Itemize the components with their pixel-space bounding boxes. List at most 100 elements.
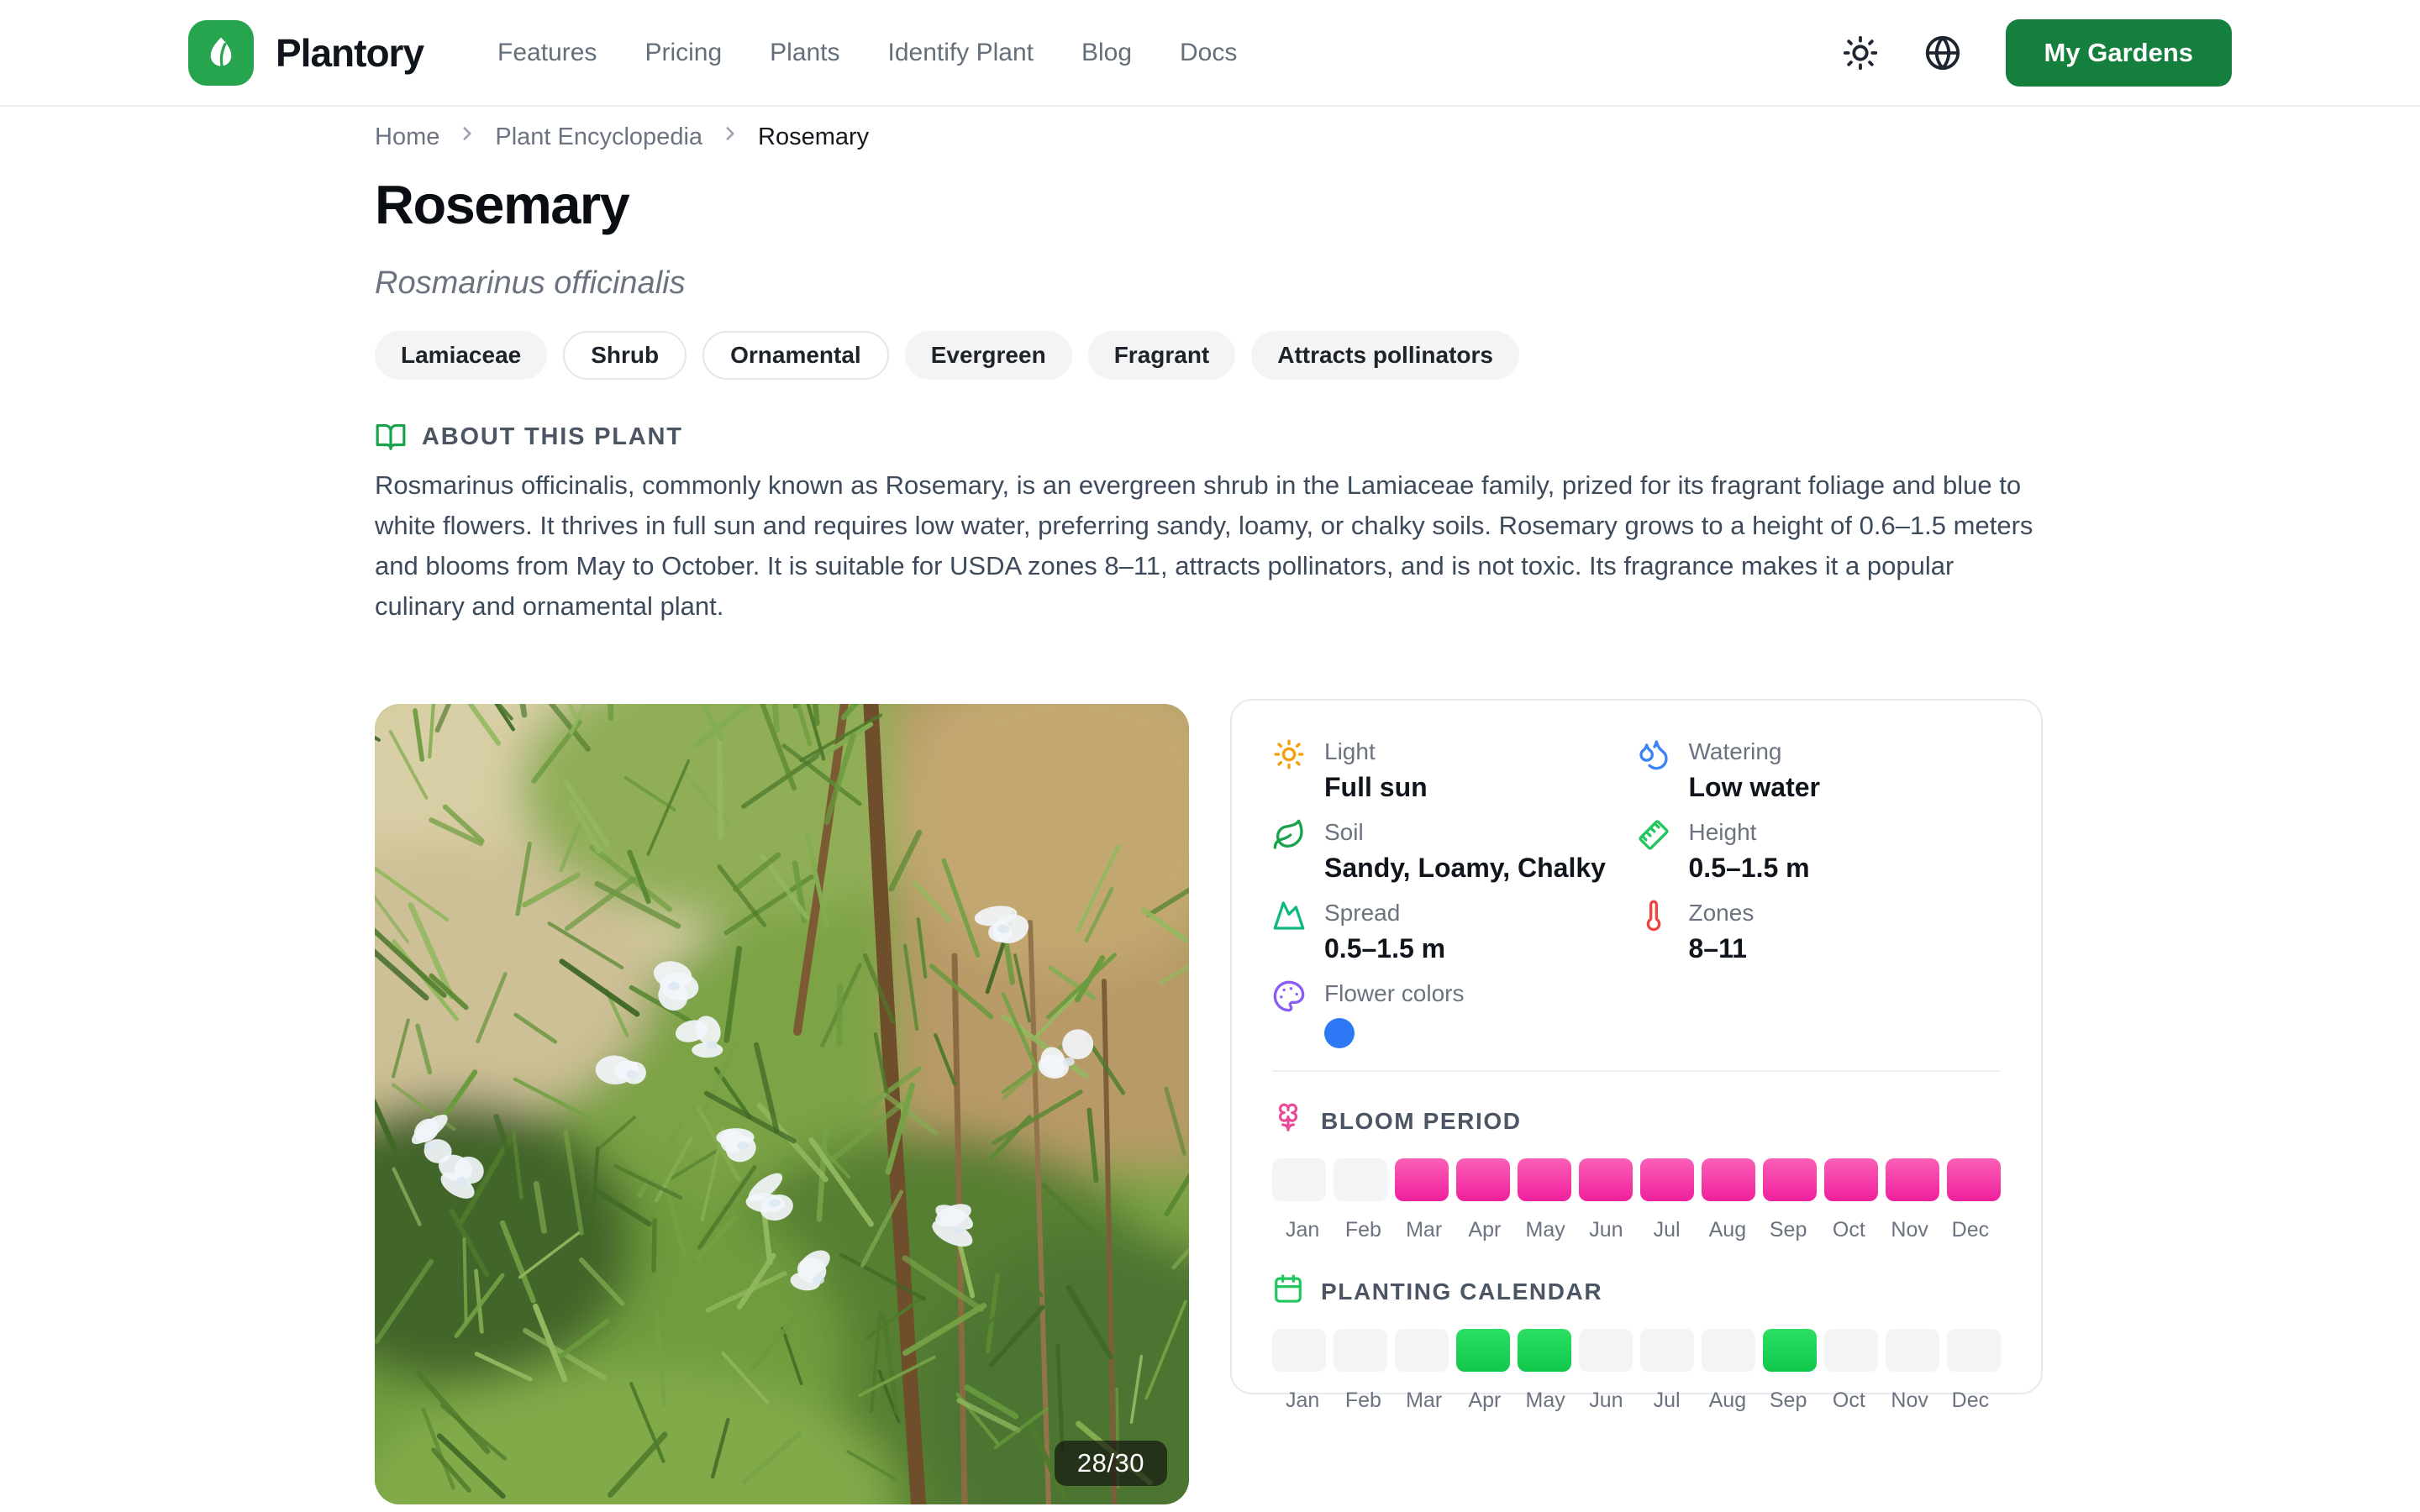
theme-sun-icon[interactable] [1841, 34, 1880, 72]
month-cell-feb-inactive [1334, 1158, 1387, 1201]
month-label-mar: Mar [1394, 1389, 1455, 1413]
tag-list: LamiaceaeShrubOrnamentalEvergreenFragran… [375, 331, 1519, 380]
sun-icon [1272, 738, 1306, 771]
month-label-jan: Jan [1272, 1218, 1333, 1242]
about-section-header: ABOUT THIS PLANT [375, 421, 683, 453]
tag-shrub: Shrub [563, 331, 687, 380]
thermometer-icon [1637, 899, 1670, 932]
rosemary-photo-illustration [375, 704, 1189, 1504]
nav-item-plants[interactable]: Plants [770, 39, 839, 67]
month-cell-dec-active [1947, 1158, 2001, 1201]
month-label-feb: Feb [1333, 1218, 1393, 1242]
book-open-icon [375, 421, 407, 453]
month-cell-mar-inactive [1395, 1329, 1449, 1372]
month-cell-jan-inactive [1272, 1158, 1326, 1201]
fact-value: Sandy, Loamy, Chalky [1324, 853, 1606, 884]
fact-text: Height 0.5–1.5 m [1689, 818, 1810, 884]
month-label-sep: Sep [1758, 1389, 1818, 1413]
month-cell-mar-active [1395, 1158, 1449, 1201]
fact-label: Zones [1689, 899, 1754, 927]
nav-item-pricing[interactable]: Pricing [644, 39, 722, 67]
planting-calendar-title: PLANTING CALENDAR [1321, 1278, 1602, 1305]
tag-lamiaceae: Lamiaceae [375, 331, 547, 380]
facts-grid: LightFull sun Watering Low water Soil Sandy,… [1272, 738, 2001, 1048]
month-cell-sep-active [1763, 1158, 1817, 1201]
month-label-sep: Sep [1758, 1218, 1818, 1242]
month-label-mar: Mar [1394, 1218, 1455, 1242]
calendar-icon [1272, 1273, 1304, 1310]
header: Plantory Features Pricing Plants Identify P… [0, 0, 2420, 107]
month-label-may: May [1515, 1218, 1576, 1242]
scientific-name: Rosmarinus officinalis [375, 265, 686, 302]
plant-facts-panel: LightFull sun Watering Low water Soil Sandy,… [1230, 699, 2043, 1394]
fact-label: Light [1324, 738, 1428, 766]
planting-month-labels: JanFebMarAprMayJunJulAugSepOctNovDec [1272, 1389, 2001, 1413]
fact-value: 0.5–1.5 m [1324, 933, 1445, 964]
month-cell-aug-active [1702, 1158, 1755, 1201]
fact-zones: Zones8–11 [1637, 899, 2002, 964]
planting-calendar-strip [1272, 1329, 2001, 1372]
fact-text: Watering Low water [1689, 738, 1820, 803]
fact-soil: Soil Sandy, Loamy, Chalky [1272, 818, 1637, 884]
fact-label: Flower colors [1324, 979, 1464, 1008]
tag-attracts-pollinators: Attracts pollinators [1251, 331, 1519, 380]
month-cell-dec-inactive [1947, 1329, 2001, 1372]
fact-label: Watering [1689, 738, 1820, 766]
bloom-period-title: BLOOM PERIOD [1321, 1108, 1522, 1135]
month-label-jul: Jul [1637, 1389, 1697, 1413]
month-label-aug: Aug [1697, 1389, 1758, 1413]
tag-ornamental: Ornamental [702, 331, 889, 380]
flower-color-swatch [1324, 1018, 1355, 1048]
fact-flower-colors: Flower colors [1272, 979, 1637, 1048]
bloom-period-strip [1272, 1158, 2001, 1201]
planting-calendar-header: PLANTING CALENDAR [1272, 1273, 2001, 1310]
fact-label: Soil [1324, 818, 1606, 847]
photo-counter-badge: 28/30 [1055, 1441, 1167, 1486]
page: Plantory Features Pricing Plants Identify P… [0, 0, 2420, 1512]
palette-icon [1272, 979, 1306, 1013]
month-label-apr: Apr [1455, 1389, 1515, 1413]
fact-text: Zones8–11 [1689, 899, 1754, 964]
month-label-jun: Jun [1576, 1389, 1636, 1413]
fact-label: Height [1689, 818, 1810, 847]
month-label-dec: Dec [1940, 1218, 2001, 1242]
fact-value: 0.5–1.5 m [1689, 853, 1810, 884]
month-cell-jun-inactive [1579, 1329, 1633, 1372]
breadcrumb-link-home[interactable]: Home [375, 123, 439, 151]
breadcrumb-link-plant-encyclopedia[interactable]: Plant Encyclopedia [495, 123, 702, 151]
month-cell-feb-inactive [1334, 1329, 1387, 1372]
fact-value: Low water [1689, 772, 1820, 803]
flower-icon [1272, 1102, 1304, 1140]
month-cell-oct-inactive [1824, 1329, 1878, 1372]
month-label-oct: Oct [1818, 1218, 1879, 1242]
nav-item-features[interactable]: Features [497, 39, 597, 67]
breadcrumb: Home Plant Encyclopedia Rosemary [375, 123, 869, 151]
fact-spread: Spread0.5–1.5 m [1272, 899, 1637, 964]
month-label-jan: Jan [1272, 1389, 1333, 1413]
fact-text: Flower colors [1324, 979, 1464, 1048]
language-globe-icon[interactable] [1923, 34, 1962, 72]
fact-text: LightFull sun [1324, 738, 1428, 803]
month-cell-may-active [1518, 1158, 1571, 1201]
fact-height: Height 0.5–1.5 m [1637, 818, 2002, 884]
plant-photo[interactable]: 28/30 [375, 704, 1189, 1504]
nav-item-blog[interactable]: Blog [1081, 39, 1132, 67]
month-cell-jul-active [1640, 1158, 1694, 1201]
month-label-jul: Jul [1637, 1218, 1697, 1242]
breadcrumb-current: Rosemary [758, 123, 869, 151]
nav-item-identify-plant[interactable]: Identify Plant [888, 39, 1034, 67]
about-title: ABOUT THIS PLANT [422, 423, 683, 451]
droplets-icon [1637, 738, 1670, 771]
nav-item-docs[interactable]: Docs [1180, 39, 1237, 67]
brand-logo[interactable]: Plantory [188, 20, 424, 86]
bloom-period-header: BLOOM PERIOD [1272, 1102, 2001, 1140]
month-label-apr: Apr [1455, 1218, 1515, 1242]
month-cell-apr-active [1456, 1329, 1510, 1372]
month-label-aug: Aug [1697, 1218, 1758, 1242]
tag-evergreen: Evergreen [905, 331, 1072, 380]
month-label-feb: Feb [1333, 1389, 1393, 1413]
main-nav: Features Pricing Plants Identify Plant Blog D… [497, 39, 1237, 67]
fact-text: Spread0.5–1.5 m [1324, 899, 1445, 964]
bloom-month-labels: JanFebMarAprMayJunJulAugSepOctNovDec [1272, 1218, 2001, 1242]
my-gardens-button[interactable]: My Gardens [2006, 19, 2232, 87]
